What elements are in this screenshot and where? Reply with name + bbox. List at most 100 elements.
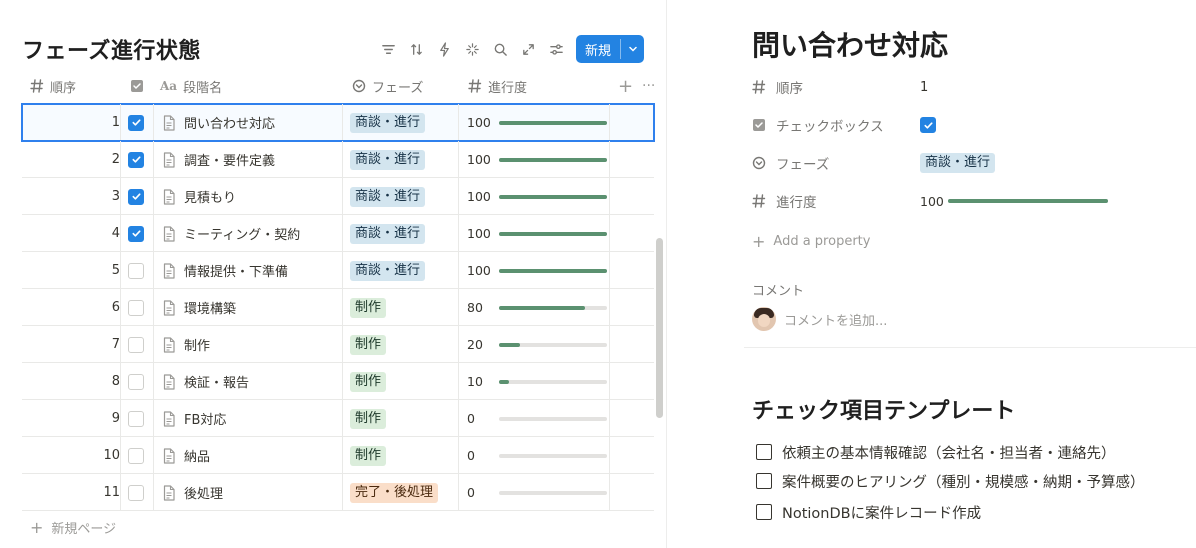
checkbox-unchecked[interactable]	[128, 447, 144, 464]
row-name-cell[interactable]: ミーティング・契約	[162, 215, 342, 252]
row-name-cell[interactable]: 検証・報告	[162, 363, 342, 400]
row-checkbox-cell[interactable]	[128, 400, 146, 437]
row-progress-cell[interactable]: 100	[467, 252, 607, 289]
row-order[interactable]: 8	[22, 363, 120, 400]
sort-icon[interactable]	[406, 39, 426, 59]
row-progress-cell[interactable]: 10	[467, 363, 607, 400]
checkbox-unchecked[interactable]	[128, 484, 144, 501]
comment-placeholder[interactable]: コメントを追加...	[784, 310, 887, 329]
expand-icon[interactable]	[518, 39, 538, 59]
row-order[interactable]: 4	[22, 215, 120, 252]
todo-checkbox[interactable]	[756, 444, 772, 460]
table-row[interactable]: 6 環境構築 制作 80	[22, 289, 654, 326]
row-phase-cell[interactable]: 商談・進行	[350, 215, 460, 252]
todo-checkbox[interactable]	[756, 504, 772, 520]
add-column-plus-icon[interactable]: +	[618, 68, 633, 104]
phase-tag[interactable]: 商談・進行	[920, 153, 996, 173]
row-name[interactable]: 情報提供・下準備	[184, 261, 288, 280]
checkbox-unchecked[interactable]	[128, 373, 144, 390]
property-progress[interactable]: 進行度 100	[752, 187, 1108, 215]
row-name[interactable]: ミーティング・契約	[184, 224, 300, 243]
row-name[interactable]: 調査・要件定義	[184, 150, 275, 169]
todo-text[interactable]: NotionDBに案件レコード作成	[782, 502, 981, 523]
table-row[interactable]: 2 調査・要件定義 商談・進行 100	[22, 141, 654, 178]
row-name[interactable]: 問い合わせ対応	[184, 113, 275, 132]
row-progress-cell[interactable]: 0	[467, 474, 607, 511]
row-phase-cell[interactable]: 制作	[350, 437, 460, 474]
comment-input[interactable]: コメントを追加...	[752, 307, 887, 331]
row-checkbox-cell[interactable]	[128, 141, 146, 178]
row-phase-cell[interactable]: 商談・進行	[350, 178, 460, 215]
checkbox-unchecked[interactable]	[128, 262, 144, 279]
property-order[interactable]: 順序 1	[752, 73, 928, 101]
todo-text[interactable]: 依頼主の基本情報確認（会社名・担当者・連絡先）	[782, 442, 1116, 463]
row-order[interactable]: 6	[22, 289, 120, 326]
row-order[interactable]: 2	[22, 141, 120, 178]
row-phase-cell[interactable]: 制作	[350, 326, 460, 363]
chevron-down-icon[interactable]	[621, 35, 644, 63]
more-options-icon[interactable]: ···	[642, 68, 655, 104]
row-checkbox-cell[interactable]	[128, 289, 146, 326]
add-property-button[interactable]: + Add a property	[752, 232, 870, 251]
row-checkbox-cell[interactable]	[128, 326, 146, 363]
new-button-label[interactable]: 新規	[576, 35, 620, 63]
row-name[interactable]: 納品	[184, 446, 210, 465]
table-row[interactable]: 1 問い合わせ対応 商談・進行 100	[21, 103, 655, 142]
row-checkbox-cell[interactable]	[128, 437, 146, 474]
property-checkbox-value[interactable]	[920, 117, 936, 133]
row-name-cell[interactable]: 問い合わせ対応	[162, 104, 342, 141]
table-row[interactable]: 4 ミーティング・契約 商談・進行 100	[22, 215, 654, 252]
search-icon[interactable]	[490, 39, 510, 59]
column-header-name[interactable]: Aa 段階名	[160, 68, 222, 104]
row-order[interactable]: 9	[22, 400, 120, 437]
checkbox-unchecked[interactable]	[128, 336, 144, 353]
row-name[interactable]: 環境構築	[184, 298, 236, 317]
row-checkbox-cell[interactable]	[128, 474, 146, 511]
row-name-cell[interactable]: 調査・要件定義	[162, 141, 342, 178]
todo-item[interactable]: 案件概要のヒアリング（種別・規模感・納期・予算感）	[756, 469, 1145, 493]
row-name-cell[interactable]: FB対応	[162, 400, 342, 437]
checkbox-checked[interactable]	[128, 114, 144, 131]
table-row[interactable]: 8 検証・報告 制作 10	[22, 363, 654, 400]
row-name-cell[interactable]: 環境構築	[162, 289, 342, 326]
checkbox-checked[interactable]	[128, 225, 144, 242]
checkbox-checked[interactable]	[128, 151, 144, 168]
vertical-scrollbar[interactable]	[656, 238, 663, 418]
row-progress-cell[interactable]: 100	[467, 178, 607, 215]
row-phase-cell[interactable]: 制作	[350, 400, 460, 437]
todo-item[interactable]: 依頼主の基本情報確認（会社名・担当者・連絡先）	[756, 440, 1116, 464]
row-progress-cell[interactable]: 100	[467, 104, 607, 141]
row-name[interactable]: FB対応	[184, 409, 226, 428]
property-checkbox[interactable]: チェックボックス	[752, 111, 936, 139]
table-row[interactable]: 9 FB対応 制作 0	[22, 400, 654, 437]
row-order[interactable]: 5	[22, 252, 120, 289]
row-checkbox-cell[interactable]	[128, 104, 146, 141]
row-name[interactable]: 後処理	[184, 483, 223, 502]
row-checkbox-cell[interactable]	[128, 363, 146, 400]
table-row[interactable]: 3 見積もり 商談・進行 100	[22, 178, 654, 215]
row-name[interactable]: 見積もり	[184, 187, 236, 206]
checkbox-unchecked[interactable]	[128, 410, 144, 427]
row-phase-cell[interactable]: 制作	[350, 363, 460, 400]
row-phase-cell[interactable]: 完了・後処理	[350, 474, 460, 511]
checkbox-checked[interactable]	[920, 117, 936, 133]
row-progress-cell[interactable]: 80	[467, 289, 607, 326]
column-header-checkbox[interactable]	[130, 68, 150, 104]
settings-sliders-icon[interactable]	[546, 39, 566, 59]
row-progress-cell[interactable]: 0	[467, 437, 607, 474]
property-order-value[interactable]: 1	[920, 80, 928, 95]
todo-checkbox[interactable]	[756, 473, 772, 489]
automation-bolt-icon[interactable]	[434, 39, 454, 59]
row-progress-cell[interactable]: 20	[467, 326, 607, 363]
new-page-button[interactable]: + 新規ページ	[30, 518, 116, 537]
row-progress-cell[interactable]: 0	[467, 400, 607, 437]
page-title[interactable]: 問い合わせ対応	[752, 24, 948, 64]
row-checkbox-cell[interactable]	[128, 178, 146, 215]
row-name-cell[interactable]: 制作	[162, 326, 342, 363]
table-row[interactable]: 5 情報提供・下準備 商談・進行 100	[22, 252, 654, 289]
column-header-order[interactable]: 順序	[30, 68, 76, 104]
row-name-cell[interactable]: 情報提供・下準備	[162, 252, 342, 289]
row-name-cell[interactable]: 後処理	[162, 474, 342, 511]
table-row[interactable]: 11 後処理 完了・後処理 0	[22, 474, 654, 511]
checkbox-unchecked[interactable]	[128, 299, 144, 316]
